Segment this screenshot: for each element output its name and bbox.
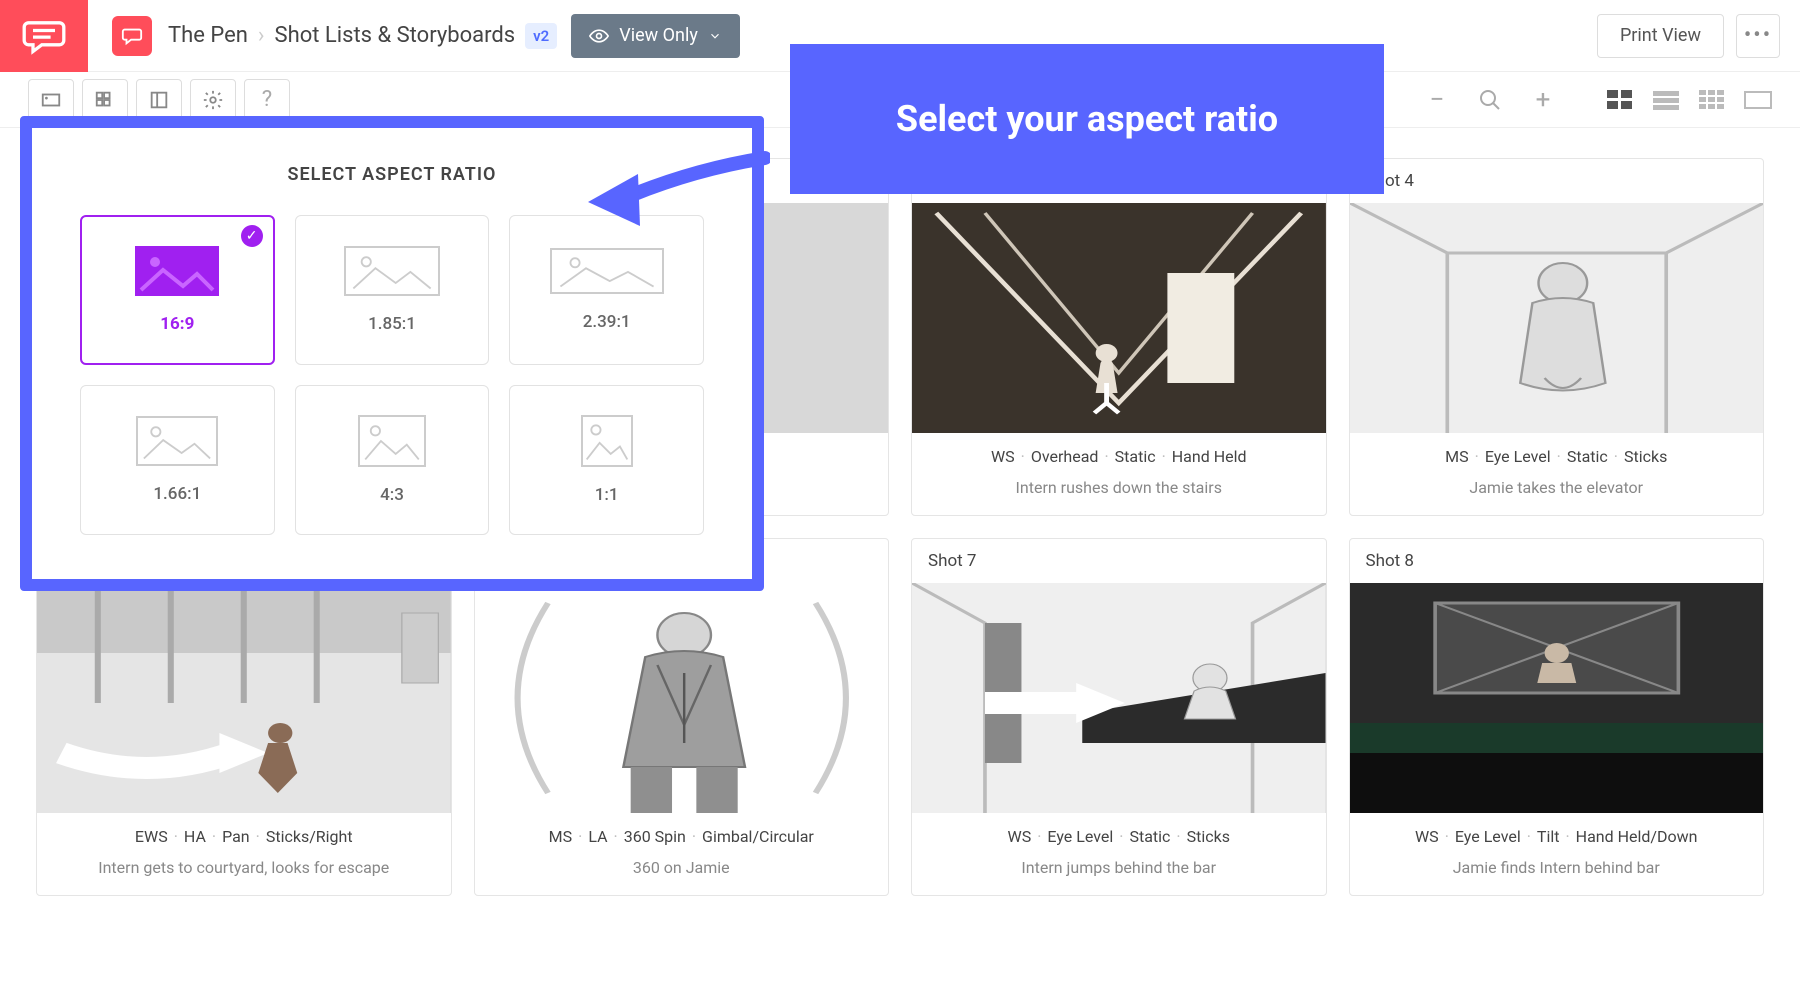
- image-placeholder-icon: [360, 417, 424, 465]
- chevron-down-icon: [708, 29, 722, 43]
- more-menu-button[interactable]: •••: [1736, 14, 1780, 58]
- storyboard-sketch-icon: [912, 203, 1326, 433]
- shot-description: Jamie takes the elevator: [1350, 472, 1764, 515]
- storyboard-sketch-icon: [475, 583, 889, 813]
- shot-meta: MS·Eye Level·Static·Sticks: [1350, 433, 1764, 472]
- columns-tool-button[interactable]: [136, 79, 182, 121]
- zoom-controls: − +: [1422, 85, 1558, 115]
- help-tool-button[interactable]: ?: [244, 79, 290, 121]
- shot-image: [912, 203, 1326, 433]
- document-icon-button[interactable]: [112, 16, 152, 56]
- aspect-ratio-tool-button[interactable]: [28, 79, 74, 121]
- storyboard-sketch-icon: [912, 583, 1326, 813]
- view-mode-dropdown[interactable]: View Only: [571, 14, 740, 58]
- aspect-ratio-label: 1:1: [595, 485, 619, 505]
- magnifier-icon[interactable]: [1478, 88, 1502, 112]
- zoom-in-button[interactable]: +: [1528, 85, 1558, 115]
- shot-description: Intern gets to courtyard, looks for esca…: [37, 852, 451, 895]
- annotation-arrow: [580, 140, 770, 244]
- image-placeholder-icon: [138, 418, 216, 464]
- shot-title: Shot 7: [912, 539, 1326, 583]
- shot-image: [912, 583, 1326, 813]
- app-logo[interactable]: [0, 0, 88, 72]
- breadcrumb: The Pen › Shot Lists & Storyboards v2: [168, 23, 557, 49]
- breadcrumb-section[interactable]: Shot Lists & Storyboards: [275, 23, 516, 48]
- aspect-ratio-option-185[interactable]: ✓ 1.85:1: [295, 215, 490, 365]
- view-list-button[interactable]: [1652, 89, 1680, 111]
- aspect-ratio-option-11[interactable]: ✓ 1:1: [509, 385, 704, 535]
- view-single-button[interactable]: [1744, 89, 1772, 111]
- breadcrumb-project[interactable]: The Pen: [168, 23, 248, 48]
- shot-image: [1350, 203, 1764, 433]
- image-placeholder-icon: [346, 248, 438, 294]
- speech-bubble-icon: [22, 14, 66, 58]
- shot-image: [37, 583, 451, 813]
- settings-tool-button[interactable]: [190, 79, 236, 121]
- image-placeholder-icon: [552, 250, 662, 292]
- storyboard-sketch-icon: [1350, 203, 1764, 433]
- view-small-grid-button[interactable]: [1698, 89, 1726, 111]
- shot-card[interactable]: Shot 4 MS·Eye Level·Static·Sticks Jamie …: [1349, 158, 1765, 516]
- shot-image: [1350, 583, 1764, 813]
- shot-card[interactable]: Shot 6 MS·LA·360 Spin·Gimbal/Circular 36…: [474, 538, 890, 896]
- check-icon: ✓: [241, 225, 263, 247]
- dots-icon: •••: [1744, 23, 1772, 48]
- shot-card[interactable]: Shot 3 WS·Overhead·Static·Hand Held Inte…: [911, 158, 1327, 516]
- shot-title: Shot 8: [1350, 539, 1764, 583]
- grid-tool-button[interactable]: [82, 79, 128, 121]
- aspect-ratio-label: 1.85:1: [368, 314, 416, 334]
- shot-meta: EWS·HA·Pan·Sticks/Right: [37, 813, 451, 852]
- view-switcher: [1606, 89, 1772, 111]
- image-placeholder-icon: [583, 417, 631, 465]
- view-mode-label: View Only: [619, 25, 698, 46]
- gear-icon: [202, 89, 224, 111]
- aspect-ratio-options: ✓ 16:9 ✓ 1.85:1 ✓ 2.39:1 ✓ 1.66:1: [80, 215, 704, 535]
- shot-meta: WS·Eye Level·Tilt·Hand Held/Down: [1350, 813, 1764, 852]
- aspect-ratio-option-16-9[interactable]: ✓ 16:9: [80, 215, 275, 365]
- question-icon: ?: [262, 87, 272, 112]
- shot-description: 360 on Jamie: [475, 852, 889, 895]
- shot-card[interactable]: Shot 5 EWS·HA·Pan·Sticks/Right: [36, 538, 452, 896]
- view-large-cards-button[interactable]: [1606, 89, 1634, 111]
- storyboard-sketch-icon: [1350, 583, 1764, 813]
- storyboard-sketch-icon: [37, 583, 451, 813]
- shot-meta: WS·Eye Level·Static·Sticks: [912, 813, 1326, 852]
- arrow-left-icon: [580, 140, 770, 240]
- shot-description: Intern rushes down the stairs: [912, 472, 1326, 515]
- aspect-ratio-label: 16:9: [160, 314, 194, 334]
- aspect-ratio-label: 2.39:1: [583, 312, 631, 332]
- shot-title: Shot 4: [1350, 159, 1764, 203]
- thumbnails-icon: [94, 89, 116, 111]
- callout-banner: Select your aspect ratio: [790, 44, 1384, 194]
- aspect-ratio-option-43[interactable]: ✓ 4:3: [295, 385, 490, 535]
- shot-description: Jamie finds Intern behind bar: [1350, 852, 1764, 895]
- image-icon: [135, 246, 219, 296]
- speech-bubble-small-icon: [121, 25, 143, 47]
- eye-icon: [589, 26, 609, 46]
- aspect-ratio-label: 4:3: [380, 485, 404, 505]
- callout-text: Select your aspect ratio: [896, 98, 1278, 140]
- aspect-ratio-option-166[interactable]: ✓ 1.66:1: [80, 385, 275, 535]
- aspect-ratio-label: 1.66:1: [153, 484, 201, 504]
- chevron-right-icon: ›: [258, 23, 265, 48]
- print-view-button[interactable]: Print View: [1597, 14, 1724, 58]
- shot-card[interactable]: Shot 7 WS·Eye Level·Static·Sticks Intern: [911, 538, 1327, 896]
- shot-meta: MS·LA·360 Spin·Gimbal/Circular: [475, 813, 889, 852]
- zoom-out-button[interactable]: −: [1422, 85, 1452, 115]
- columns-icon: [148, 89, 170, 111]
- frame-icon: [40, 89, 62, 111]
- shot-description: Intern jumps behind the bar: [912, 852, 1326, 895]
- shot-image: [475, 583, 889, 813]
- shot-meta: WS·Overhead·Static·Hand Held: [912, 433, 1326, 472]
- version-badge[interactable]: v2: [525, 23, 557, 49]
- shot-card[interactable]: Shot 8 WS·Eye Level·Tilt·Hand Held/Down …: [1349, 538, 1765, 896]
